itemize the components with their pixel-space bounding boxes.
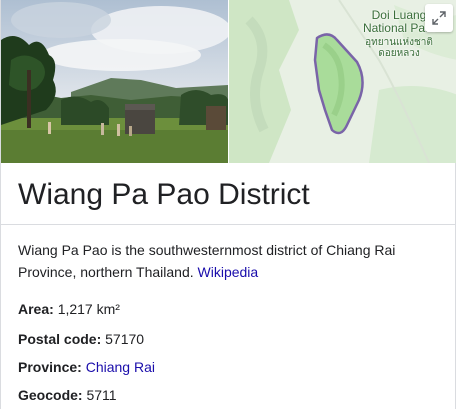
expand-map-button[interactable] — [425, 4, 453, 32]
fact-geocode: Geocode: 5711 — [18, 385, 117, 405]
media-strip: Doi Luang National Park อุทยานแห่งชาติ ด… — [1, 0, 456, 163]
fact-area-value: 1,217 km² — [57, 301, 120, 317]
district-photo[interactable] — [1, 0, 228, 163]
description: Wiang Pa Pao is the southwesternmost dis… — [18, 239, 443, 283]
fact-geocode-label[interactable]: Geocode: — [18, 387, 83, 403]
fact-province: Province: Chiang Rai — [18, 357, 155, 377]
title-section: Wiang Pa Pao District — [1, 163, 456, 225]
fact-postal-code: Postal code: 57170 — [18, 329, 144, 349]
fact-postal-code-value: 57170 — [105, 331, 145, 347]
landscape-photo — [1, 0, 228, 163]
fact-area-label: Area: — [18, 301, 54, 317]
knowledge-panel: Doi Luang National Park อุทยานแห่งชาติ ด… — [0, 0, 456, 409]
fact-province-label[interactable]: Province: — [18, 359, 82, 375]
district-map[interactable]: Doi Luang National Park อุทยานแห่งชาติ ด… — [228, 0, 456, 163]
wikipedia-link[interactable]: Wikipedia — [198, 264, 259, 280]
fact-postal-code-label[interactable]: Postal code: — [18, 331, 101, 347]
page-title: Wiang Pa Pao District — [18, 178, 310, 211]
expand-icon — [432, 11, 446, 25]
province-link[interactable]: Chiang Rai — [86, 359, 155, 375]
fact-area: Area: 1,217 km² — [18, 299, 120, 319]
map-park-label-thai: อุทยานแห่งชาติ ดอยหลวง — [349, 37, 449, 59]
fact-geocode-value: 5711 — [86, 387, 117, 403]
map-park-label-thai-line2: ดอยหลวง — [378, 48, 420, 59]
map-park-label-thai-line1: อุทยานแห่งชาติ — [365, 37, 433, 48]
